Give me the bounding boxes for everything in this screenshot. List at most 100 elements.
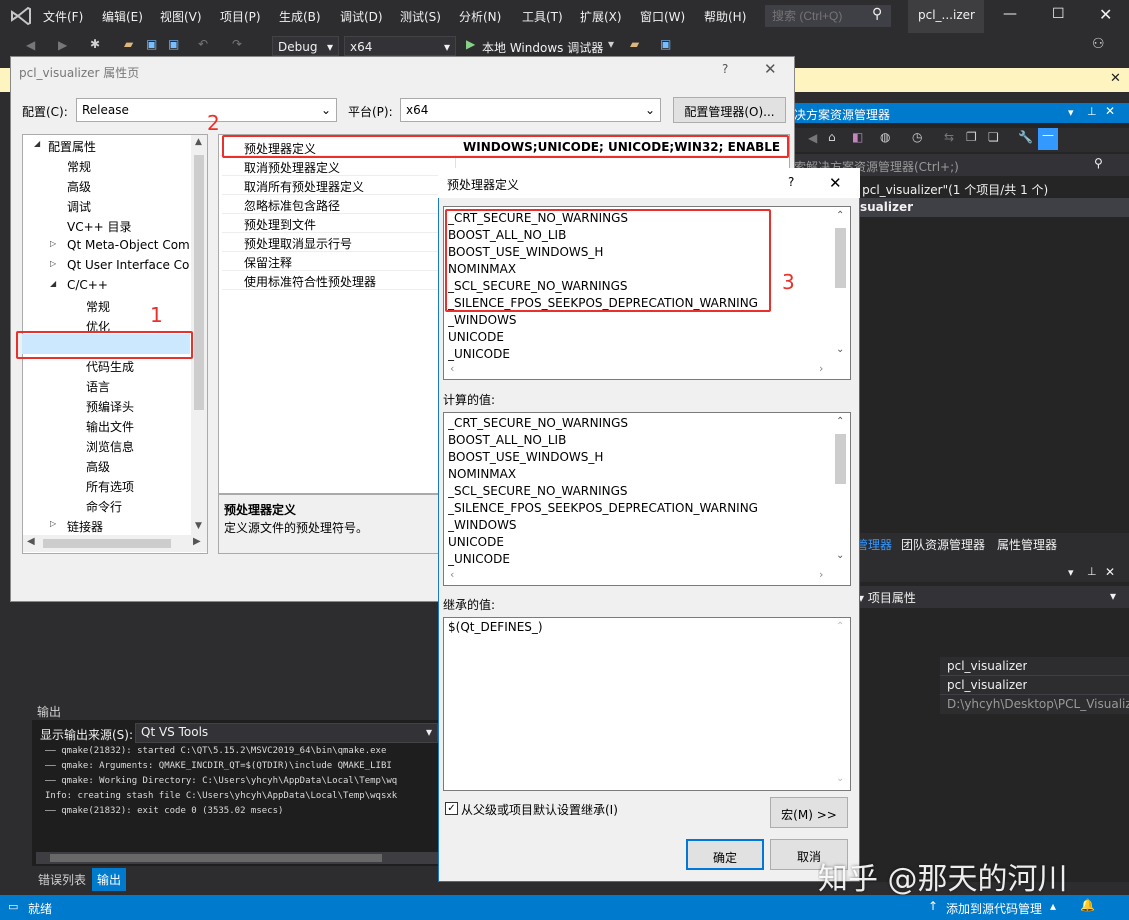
tree-item[interactable]: 预编译头: [86, 398, 134, 415]
wrench-icon[interactable]: 🔧: [1018, 130, 1033, 144]
macros-button[interactable]: 宏(M) >>: [770, 797, 848, 828]
property-label[interactable]: 忽略标准包含路径: [244, 197, 340, 214]
tree-expander-icon[interactable]: ◢: [34, 139, 40, 148]
folder-icon[interactable]: ▰: [630, 37, 639, 51]
tree-item[interactable]: 所有选项: [86, 478, 134, 495]
tree-item[interactable]: 常规: [86, 298, 110, 315]
menu-item[interactable]: 测试(S): [400, 8, 441, 25]
tree-item[interactable]: 高级: [67, 178, 91, 195]
menu-item[interactable]: 工具(T): [522, 8, 563, 25]
menu-item[interactable]: 调试(D): [340, 8, 383, 25]
close-icon[interactable]: ✕: [764, 60, 777, 78]
property-label[interactable]: 使用标准符合性预处理器: [244, 273, 376, 290]
tree-expander-icon[interactable]: ▷: [50, 259, 56, 268]
definition-line[interactable]: _WINDOWS: [448, 313, 517, 327]
menu-item[interactable]: 窗口(W): [640, 8, 685, 25]
tab-team-explorer[interactable]: 团队资源管理器: [901, 536, 985, 553]
tree-item[interactable]: 命令行: [86, 498, 122, 515]
search-icon[interactable]: ⚲: [872, 6, 882, 22]
search-icon[interactable]: ⚲: [1094, 156, 1103, 170]
play-icon[interactable]: ▶: [466, 37, 475, 51]
menu-item[interactable]: 扩展(X): [580, 8, 622, 25]
save-all-icon[interactable]: ▣: [168, 37, 179, 51]
tree-expander-icon[interactable]: ▷: [50, 239, 56, 248]
definition-line[interactable]: UNICODE: [448, 330, 504, 344]
close-icon[interactable]: ✕: [829, 174, 842, 192]
property-label[interactable]: 取消所有预处理器定义: [244, 178, 364, 195]
sync-icon[interactable]: ⇆: [944, 130, 954, 144]
collapse-icon[interactable]: ❐: [966, 130, 977, 144]
menu-item[interactable]: 视图(V): [160, 8, 202, 25]
history-icon[interactable]: ◷: [912, 130, 922, 144]
tree-hscrollbar[interactable]: ◀ ▶: [23, 535, 207, 552]
add-to-source-control[interactable]: 添加到源代码管理: [946, 900, 1042, 917]
tree-item[interactable]: 常规: [67, 158, 91, 175]
globe-icon[interactable]: ◍: [880, 130, 890, 144]
config-dropdown[interactable]: Debug ▾: [272, 36, 339, 56]
copy-icon[interactable]: ❏: [988, 130, 999, 144]
solution-node[interactable]: ' pcl_visualizer"(1 个项目/共 1 个): [855, 181, 1048, 198]
forward-icon[interactable]: ▶: [58, 38, 67, 52]
tab-error-list[interactable]: 错误列表: [38, 871, 86, 888]
undo-icon[interactable]: ↶: [198, 37, 208, 51]
tree-item[interactable]: 语言: [86, 378, 110, 395]
tree-item[interactable]: 高级: [86, 458, 110, 475]
close-icon[interactable]: ✕: [1105, 565, 1115, 579]
tab-solution-explorer[interactable]: 管理器: [856, 536, 892, 553]
computed-hscrollbar[interactable]: ‹ ›: [444, 568, 832, 584]
configuration-manager-button[interactable]: 配置管理器(O)...: [673, 97, 786, 123]
redo-icon[interactable]: ↷: [232, 37, 242, 51]
platform-dropdown[interactable]: x64 ▾: [344, 36, 456, 56]
definitions-vscrollbar[interactable]: ⌃ ⌄: [832, 208, 849, 360]
back-icon[interactable]: ◀: [808, 131, 817, 145]
preview-toggle-icon[interactable]: —: [1038, 128, 1058, 150]
window-icon[interactable]: ▣: [660, 37, 671, 51]
tree-item[interactable]: C/C++: [67, 278, 108, 292]
back-icon[interactable]: ◀: [26, 38, 35, 52]
help-button[interactable]: ?: [722, 62, 728, 76]
dropdown-icon[interactable]: ▾: [1068, 106, 1074, 119]
save-icon[interactable]: ▣: [146, 37, 157, 51]
tree-item[interactable]: 浏览信息: [86, 438, 134, 455]
vs-icon[interactable]: ◧: [852, 130, 863, 144]
property-label[interactable]: 取消预处理器定义: [244, 159, 340, 176]
tree-vscrollbar[interactable]: ▲ ▼: [191, 135, 207, 535]
tree-item[interactable]: Qt Meta-Object Com: [67, 238, 190, 252]
home-icon[interactable]: ⌂: [828, 130, 836, 144]
tree-item[interactable]: 调试: [67, 198, 91, 215]
close-icon[interactable]: ✕: [1110, 71, 1121, 86]
tree-expander-icon[interactable]: ▷: [50, 519, 56, 528]
help-button[interactable]: ?: [788, 175, 794, 189]
tree-item[interactable]: 配置属性: [48, 138, 96, 155]
minimize-icon[interactable]: —: [1003, 6, 1017, 22]
tab-output[interactable]: 输出: [92, 868, 127, 891]
output-source-dropdown[interactable]: Qt VS Tools ▾: [135, 723, 438, 743]
property-value[interactable]: pcl_visualizer: [947, 659, 1027, 673]
tab-property-manager[interactable]: 属性管理器: [997, 536, 1057, 553]
property-value[interactable]: pcl_visualizer: [947, 678, 1027, 692]
new-item-icon[interactable]: ✱: [90, 37, 100, 51]
ok-button[interactable]: 确定: [686, 839, 764, 870]
tree-item[interactable]: 代码生成: [86, 358, 134, 375]
tree-item[interactable]: VC++ 目录: [67, 218, 132, 235]
run-button[interactable]: 本地 Windows 调试器: [482, 39, 603, 56]
property-label[interactable]: 预处理取消显示行号: [244, 235, 352, 252]
tree-item[interactable]: Qt User Interface Co: [67, 258, 189, 272]
menu-item[interactable]: 帮助(H): [704, 8, 746, 25]
tree-item[interactable]: 输出文件: [86, 418, 134, 435]
feedback-icon[interactable]: ⚇: [1092, 36, 1105, 52]
inherited-vscrollbar[interactable]: ⌃ ⌄: [832, 619, 849, 789]
chevron-down-icon[interactable]: ▾: [608, 37, 614, 51]
computed-vscrollbar[interactable]: ⌃ ⌄: [832, 414, 849, 566]
open-folder-icon[interactable]: ▰: [124, 37, 133, 51]
property-label[interactable]: 预处理到文件: [244, 216, 316, 233]
inherit-checkbox-label[interactable]: 从父级或项目默认设置继承(I): [461, 801, 618, 818]
platform-select[interactable]: x64 ⌄: [400, 98, 661, 122]
chevron-down-icon[interactable]: ▾: [1110, 589, 1116, 603]
output-hscrollbar[interactable]: [36, 852, 438, 864]
menu-item[interactable]: 项目(P): [220, 8, 261, 25]
definitions-hscrollbar[interactable]: ‹ ›: [444, 362, 832, 378]
tree-item[interactable]: 链接器: [67, 518, 103, 535]
menu-item[interactable]: 生成(B): [279, 8, 321, 25]
pin-icon[interactable]: ⊥: [1087, 105, 1097, 118]
